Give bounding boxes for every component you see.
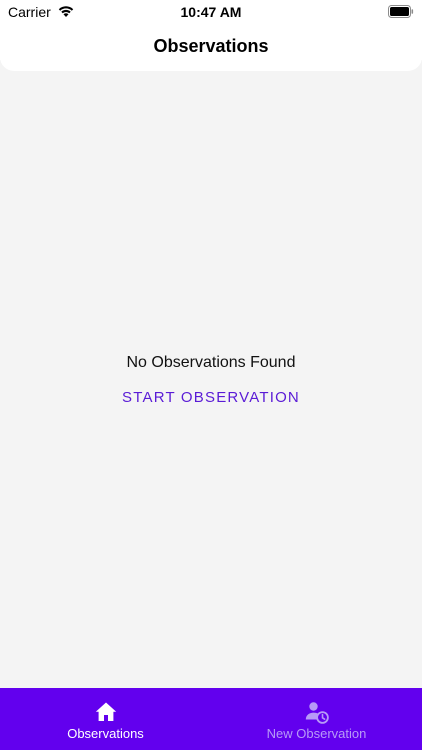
battery-icon <box>388 5 414 18</box>
status-bar: Carrier 10:47 AM <box>0 0 422 24</box>
screen: Carrier 10:47 AM Observations No Observa… <box>0 0 422 750</box>
bottom-tab-bar: Observations New Observation <box>0 688 422 750</box>
tab-new-observation[interactable]: New Observation <box>211 688 422 750</box>
start-observation-button[interactable]: START OBSERVATION <box>111 383 311 411</box>
person-clock-icon <box>305 702 329 724</box>
tab-new-observation-label: New Observation <box>266 726 367 741</box>
page-title: Observations <box>153 36 269 56</box>
main-content: No Observations Found START OBSERVATION <box>0 60 422 688</box>
status-time: 10:47 AM <box>180 4 242 20</box>
home-icon <box>95 702 116 721</box>
tab-observations-label: Observations <box>67 726 144 741</box>
app-header: Observations <box>0 24 422 71</box>
tab-observations[interactable]: Observations <box>0 688 211 750</box>
empty-state-message: No Observations Found <box>126 354 296 371</box>
